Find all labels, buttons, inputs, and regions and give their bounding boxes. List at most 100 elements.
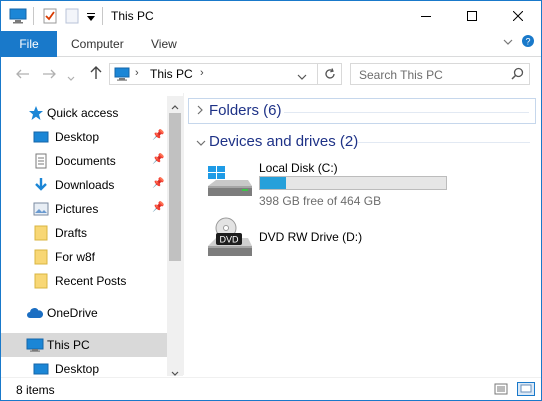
nav-label: Recent Posts: [55, 274, 127, 288]
minimize-icon: [421, 16, 431, 17]
nav-label: This PC: [47, 338, 90, 352]
dvd-drive-icon: DVD: [204, 216, 252, 260]
item-count: 8 items: [16, 383, 55, 397]
group-divider: [284, 112, 529, 113]
recent-locations-button[interactable]: [67, 69, 75, 85]
nav-item-recent-posts[interactable]: Recent Posts: [1, 269, 167, 293]
nav-item-this-pc[interactable]: This PC: [1, 333, 167, 357]
nav-item-drafts[interactable]: Drafts: [1, 221, 167, 245]
group-title: Devices and drives (2): [209, 133, 359, 150]
pane-divider[interactable]: [183, 93, 184, 375]
quick-access-separator: [33, 7, 34, 25]
group-folders[interactable]: Folders (6): [188, 98, 536, 124]
nav-item-quick-access[interactable]: Quick access: [1, 101, 167, 125]
desktop-icon: [33, 361, 49, 377]
breadcrumb-chevron-icon[interactable]: ›: [135, 67, 139, 79]
drive-dvd-rw-d[interactable]: DVD DVD RW Drive (D:): [204, 216, 524, 264]
search-input[interactable]: Search This PC: [350, 63, 530, 85]
drive-free-space: 398 GB free of 464 GB: [259, 194, 382, 208]
svg-text:?: ?: [525, 37, 530, 47]
group-devices-and-drives[interactable]: Devices and drives (2): [188, 129, 536, 155]
nav-item-documents[interactable]: Documents 📌: [1, 149, 167, 173]
close-icon: [513, 11, 523, 21]
up-arrow-icon: [90, 66, 102, 79]
help-icon[interactable]: ?: [521, 34, 535, 51]
chevron-down-icon: [297, 74, 307, 80]
window-title: This PC: [111, 9, 154, 23]
pin-icon[interactable]: 📌: [152, 130, 164, 141]
drive-usage-bar: [259, 176, 447, 190]
folder-icon: [33, 273, 49, 289]
drive-name: Local Disk (C:): [259, 161, 338, 175]
scroll-up-icon[interactable]: [171, 99, 179, 113]
nav-label: For w8f: [55, 250, 96, 264]
nav-label: OneDrive: [47, 306, 98, 320]
downloads-icon: [33, 177, 49, 193]
refresh-button[interactable]: [317, 63, 342, 85]
chevron-down-icon[interactable]: [195, 136, 207, 150]
computer-icon: [26, 337, 44, 353]
nav-item-downloads[interactable]: Downloads 📌: [1, 173, 167, 197]
dvd-badge: DVD: [219, 235, 239, 245]
drive-name: DVD RW Drive (D:): [259, 230, 363, 244]
maximize-button[interactable]: [449, 1, 495, 31]
folder-icon: [33, 249, 49, 265]
expand-ribbon-icon[interactable]: [503, 36, 513, 50]
search-icon[interactable]: [511, 67, 524, 83]
properties-icon[interactable]: [43, 8, 57, 27]
forward-arrow-icon: [43, 69, 56, 79]
documents-icon: [33, 153, 49, 169]
close-button[interactable]: [495, 1, 541, 31]
pin-icon[interactable]: 📌: [152, 178, 164, 189]
address-bar[interactable]: › This PC ›: [109, 63, 342, 85]
minimize-button[interactable]: [403, 1, 449, 31]
customize-quick-access-icon[interactable]: [86, 11, 96, 25]
cloud-icon: [26, 305, 44, 321]
address-row: › This PC › Search This PC: [1, 57, 541, 93]
tab-computer[interactable]: Computer: [71, 37, 124, 51]
new-folder-icon[interactable]: [65, 8, 79, 27]
explorer-window: This PC File Computer View ? › This PC ›…: [0, 0, 542, 401]
details-view-icon[interactable]: [494, 382, 508, 396]
group-title: Folders (6): [209, 102, 282, 119]
nav-label: Desktop: [55, 362, 100, 376]
chevron-right-icon[interactable]: [196, 104, 204, 119]
title-bar: This PC: [1, 1, 541, 31]
search-placeholder: Search This PC: [359, 68, 443, 82]
refresh-icon: [325, 68, 335, 79]
large-icons-view-icon[interactable]: [517, 382, 535, 396]
nav-scrollbar-thumb[interactable]: [169, 113, 181, 261]
nav-label: Drafts: [55, 226, 88, 240]
title-separator: [102, 7, 103, 25]
folder-icon: [33, 225, 49, 241]
status-bar: 8 items: [1, 377, 541, 400]
content-area: Folders (6) Devices and drives (2) Local…: [188, 96, 538, 376]
drive-usage-fill: [260, 177, 287, 189]
nav-item-for-w8f[interactable]: For w8f: [1, 245, 167, 269]
group-divider: [358, 142, 530, 143]
drive-local-disk-c[interactable]: Local Disk (C:) 398 GB free of 464 GB: [204, 158, 524, 208]
address-dropdown-button[interactable]: [297, 70, 307, 84]
breadcrumb-chevron-icon[interactable]: ›: [200, 67, 204, 79]
breadcrumb-this-pc[interactable]: This PC: [150, 67, 193, 81]
chevron-down-icon: [67, 76, 75, 81]
computer-icon[interactable]: [9, 8, 27, 27]
ribbon-tabs: File Computer View ?: [1, 31, 541, 57]
nav-item-onedrive[interactable]: OneDrive: [1, 301, 167, 325]
nav-item-desktop[interactable]: Desktop 📌: [1, 125, 167, 149]
pictures-icon: [33, 201, 49, 217]
tab-view[interactable]: View: [151, 37, 177, 51]
up-button[interactable]: [90, 66, 102, 83]
back-button[interactable]: [16, 67, 30, 83]
desktop-icon: [33, 129, 49, 145]
forward-button[interactable]: [42, 67, 56, 83]
nav-label: Downloads: [55, 178, 115, 192]
nav-item-pictures[interactable]: Pictures 📌: [1, 197, 167, 221]
pin-icon[interactable]: 📌: [152, 202, 164, 213]
nav-label: Pictures: [55, 202, 99, 216]
maximize-icon: [467, 11, 477, 21]
pin-icon[interactable]: 📌: [152, 154, 164, 165]
computer-icon: [114, 67, 130, 84]
star-icon: [28, 105, 44, 121]
tab-file[interactable]: File: [1, 31, 57, 57]
